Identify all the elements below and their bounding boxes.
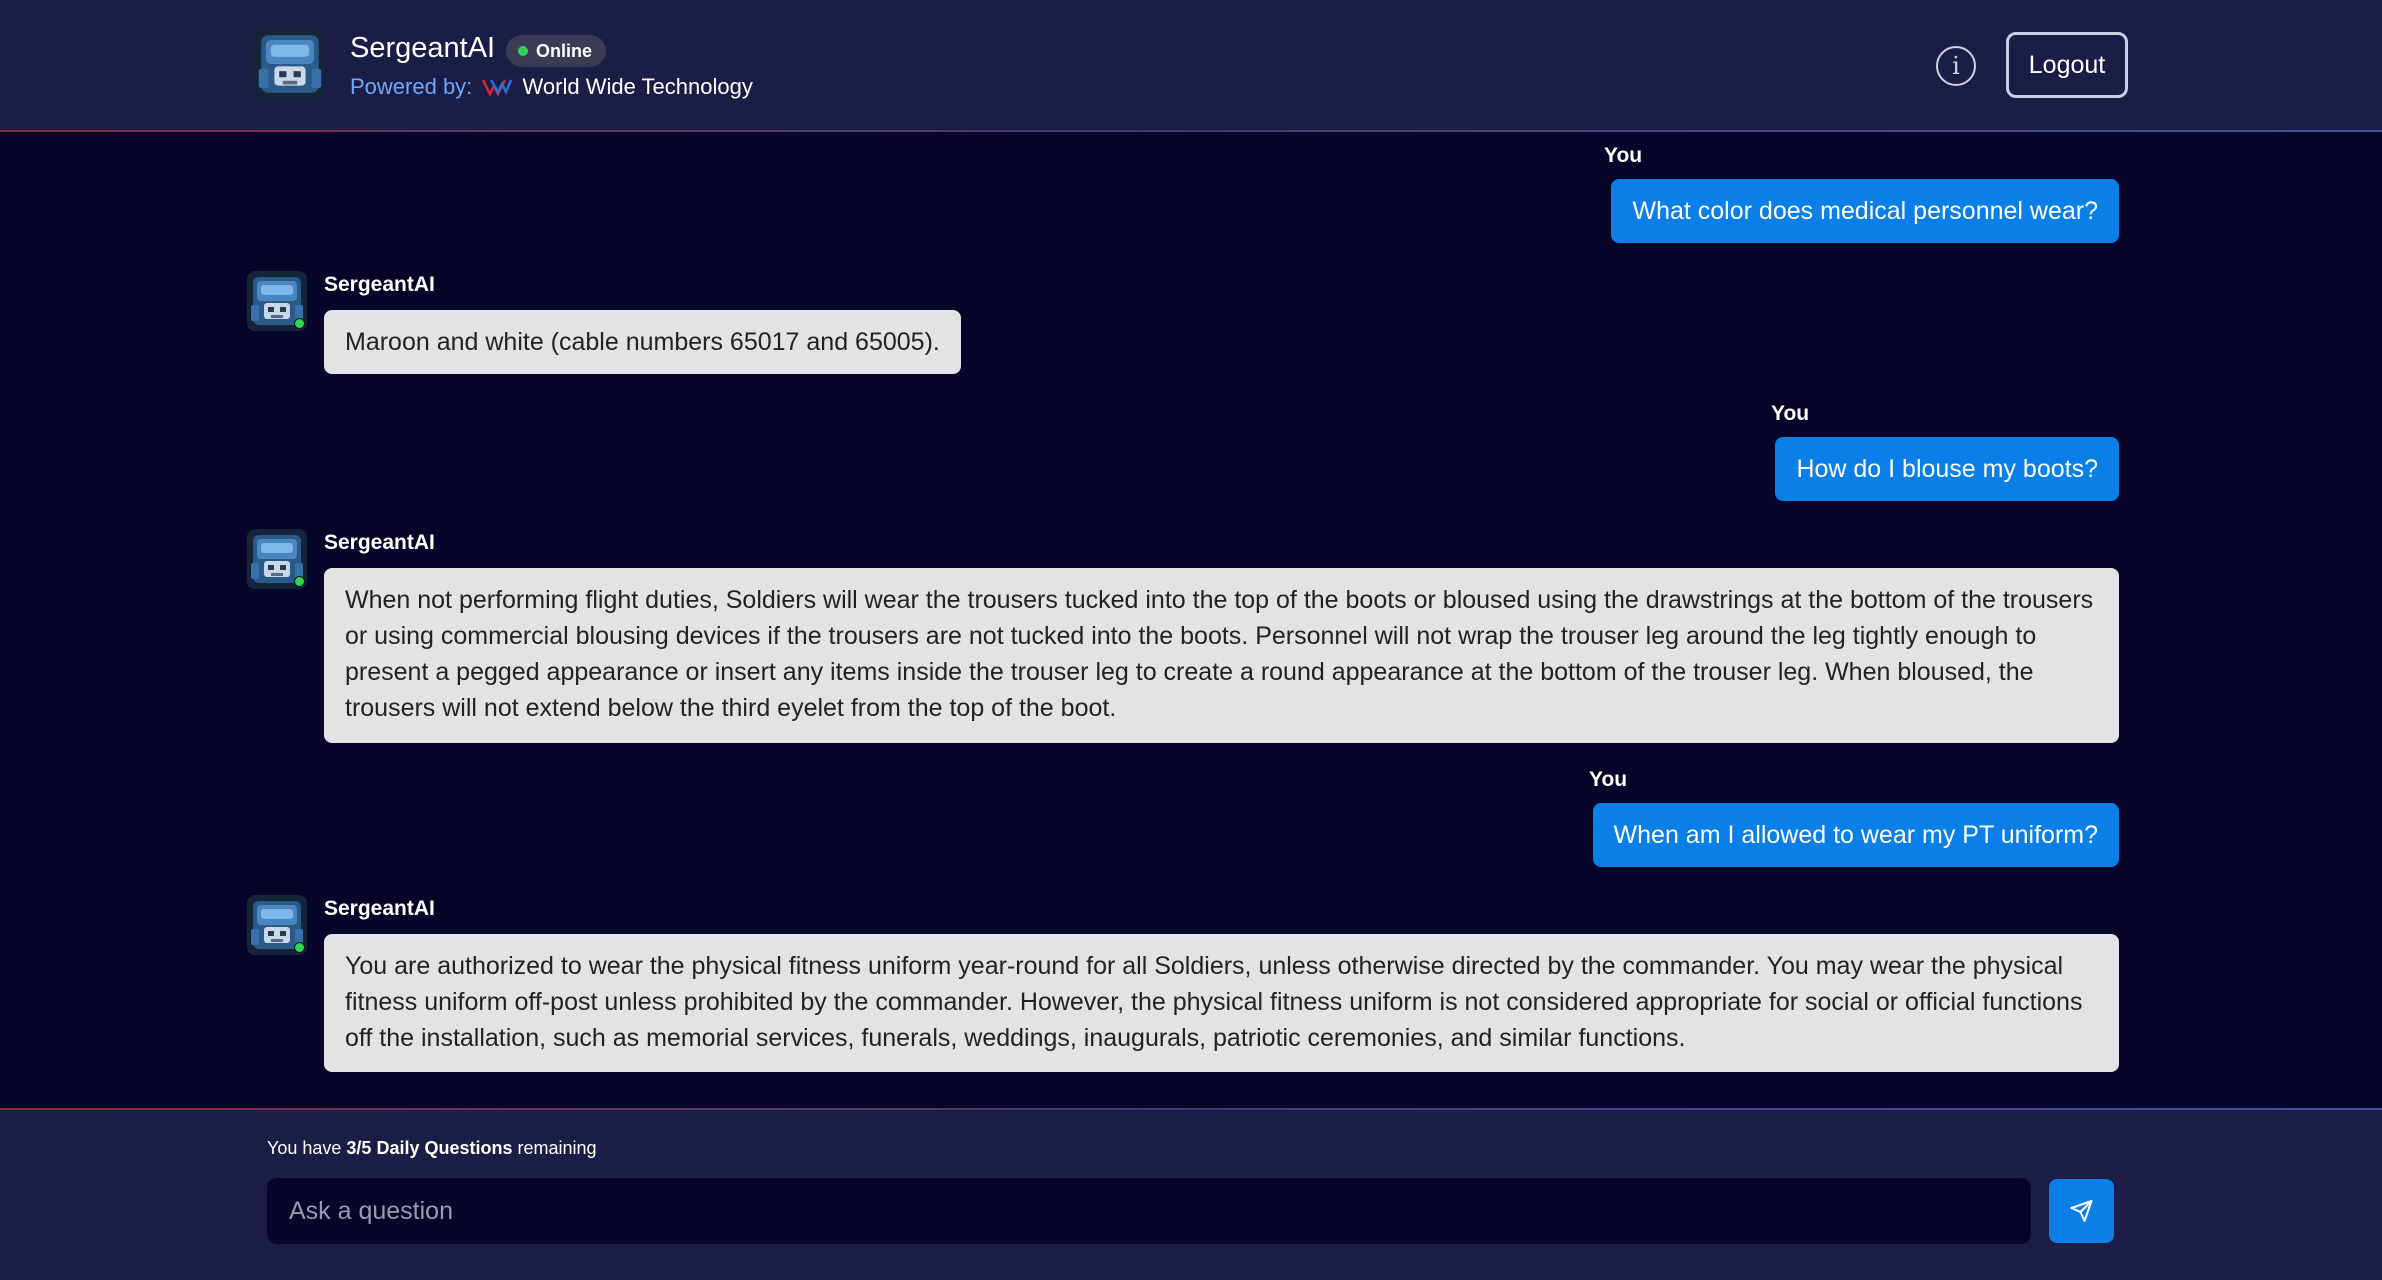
daily-quota: You have 3/5 Daily Questions remaining bbox=[267, 1138, 597, 1159]
quota-count: 3/5 Daily Questions bbox=[346, 1138, 513, 1158]
message-sender: You bbox=[1771, 402, 1810, 425]
app-header: SergeantAI Online Powered by: World Wide… bbox=[0, 0, 2382, 132]
message-sender: You bbox=[1604, 144, 1643, 167]
composer: You have 3/5 Daily Questions remaining bbox=[0, 1108, 2382, 1280]
quota-suffix: remaining bbox=[512, 1138, 597, 1158]
powered-by: Powered by: World Wide Technology bbox=[350, 74, 753, 100]
online-dot-icon bbox=[294, 942, 305, 953]
logout-button[interactable]: Logout bbox=[2006, 32, 2128, 98]
app-title: SergeantAI bbox=[350, 32, 496, 64]
status-text: Online bbox=[536, 41, 593, 61]
company-name: World Wide Technology bbox=[522, 74, 753, 99]
user-message: When am I allowed to wear my PT uniform? bbox=[1592, 803, 2119, 867]
question-input[interactable] bbox=[267, 1178, 2031, 1244]
online-dot-icon bbox=[518, 46, 528, 56]
status-badge: Online bbox=[506, 35, 607, 67]
bot-message: Maroon and white (cable numbers 65017 an… bbox=[324, 310, 961, 374]
user-message: How do I blouse my boots? bbox=[1775, 437, 2119, 501]
bot-avatar bbox=[247, 529, 307, 589]
send-icon bbox=[2070, 1200, 2093, 1222]
sergeantai-logo bbox=[254, 28, 326, 100]
message-sender: SergeantAI bbox=[324, 273, 435, 296]
quota-prefix: You have bbox=[267, 1138, 347, 1158]
wwt-logo-icon bbox=[482, 79, 513, 96]
message-sender: You bbox=[1589, 768, 1628, 791]
message-sender: SergeantAI bbox=[324, 531, 435, 554]
send-button[interactable] bbox=[2049, 1179, 2114, 1243]
powered-by-label: Powered by: bbox=[350, 74, 473, 99]
bot-message: When not performing flight duties, Soldi… bbox=[324, 568, 2119, 743]
bot-avatar bbox=[247, 895, 307, 955]
bot-avatar bbox=[247, 271, 307, 331]
info-icon[interactable]: i bbox=[1936, 46, 1976, 86]
message-sender: SergeantAI bbox=[324, 897, 435, 920]
chat-thread: You What color does medical personnel we… bbox=[0, 134, 2382, 1108]
online-dot-icon bbox=[294, 576, 305, 587]
user-message: What color does medical personnel wear? bbox=[1611, 179, 2119, 243]
bot-message: You are authorized to wear the physical … bbox=[324, 934, 2119, 1072]
online-dot-icon bbox=[294, 318, 305, 329]
